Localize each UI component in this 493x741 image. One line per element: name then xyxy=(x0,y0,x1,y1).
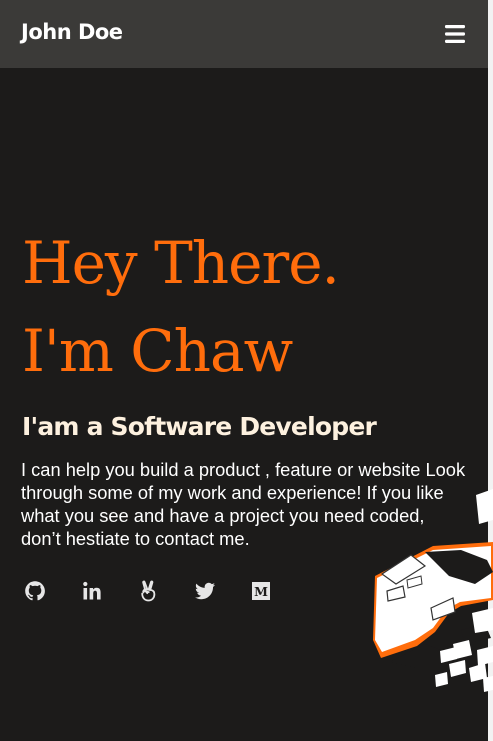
medium-glyph: M xyxy=(254,584,268,599)
twitter-icon xyxy=(195,582,215,600)
linkedin-link[interactable] xyxy=(80,579,104,603)
navbar: John Doe xyxy=(0,0,488,68)
github-link[interactable] xyxy=(23,579,47,603)
angellist-link[interactable] xyxy=(136,579,160,603)
decorative-shapes xyxy=(373,489,493,692)
hero-greeting: Hey There. xyxy=(22,229,340,297)
medium-icon: M xyxy=(252,582,270,600)
menu-icon xyxy=(445,25,465,43)
medium-link[interactable]: M xyxy=(249,579,273,603)
hero-subtitle: I'am a Software Developer xyxy=(22,412,377,441)
github-icon xyxy=(25,581,45,601)
linkedin-icon xyxy=(83,581,101,600)
brand-link[interactable]: John Doe xyxy=(21,19,123,45)
hero-name: I'm Chaw xyxy=(22,317,293,385)
page: John Doe Hey There. I'm Chaw I'am a Soft… xyxy=(0,0,493,741)
menu-button[interactable] xyxy=(440,21,470,47)
twitter-link[interactable] xyxy=(193,579,217,603)
angellist-icon xyxy=(141,580,156,602)
